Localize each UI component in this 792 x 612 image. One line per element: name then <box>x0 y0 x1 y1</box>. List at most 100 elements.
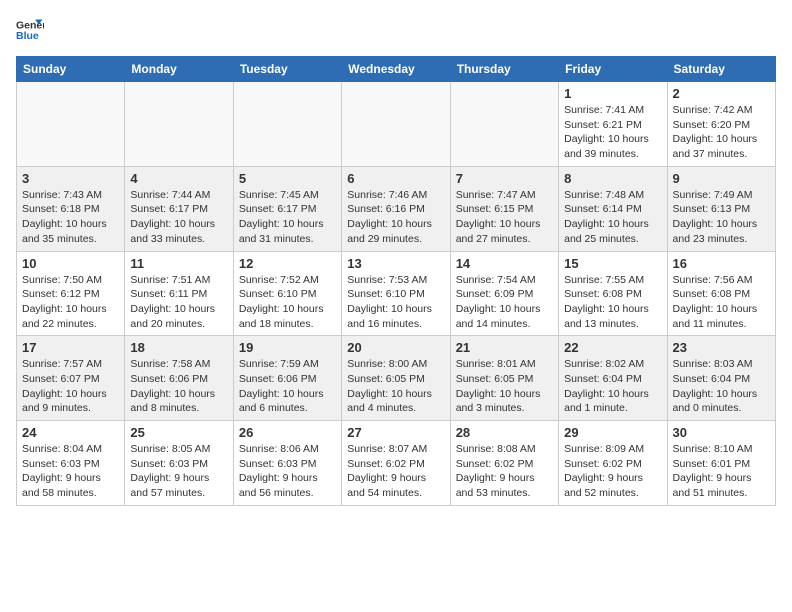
calendar-cell: 19 Sunrise: 7:59 AM Sunset: 6:06 PM Dayli… <box>233 336 341 421</box>
day-number: 24 <box>22 425 119 440</box>
day-info: Sunrise: 7:44 AM Sunset: 6:17 PM Dayligh… <box>130 188 227 247</box>
calendar-cell: 1 Sunrise: 7:41 AM Sunset: 6:21 PM Daylig… <box>559 82 667 167</box>
day-number: 9 <box>673 171 770 186</box>
day-info: Sunrise: 7:45 AM Sunset: 6:17 PM Dayligh… <box>239 188 336 247</box>
day-info: Sunrise: 7:58 AM Sunset: 6:06 PM Dayligh… <box>130 357 227 416</box>
calendar-cell: 16 Sunrise: 7:56 AM Sunset: 6:08 PM Dayli… <box>667 251 775 336</box>
day-info: Sunrise: 8:01 AM Sunset: 6:05 PM Dayligh… <box>456 357 553 416</box>
day-info: Sunrise: 7:54 AM Sunset: 6:09 PM Dayligh… <box>456 273 553 332</box>
svg-text:Blue: Blue <box>16 30 39 42</box>
day-info: Sunrise: 8:02 AM Sunset: 6:04 PM Dayligh… <box>564 357 661 416</box>
calendar-cell <box>450 82 558 167</box>
day-info: Sunrise: 7:42 AM Sunset: 6:20 PM Dayligh… <box>673 103 770 162</box>
day-number: 12 <box>239 256 336 271</box>
day-number: 13 <box>347 256 444 271</box>
page-header: General Blue <box>16 16 776 44</box>
calendar-week-row: 1 Sunrise: 7:41 AM Sunset: 6:21 PM Daylig… <box>17 82 776 167</box>
day-info: Sunrise: 8:04 AM Sunset: 6:03 PM Dayligh… <box>22 442 119 501</box>
day-info: Sunrise: 8:03 AM Sunset: 6:04 PM Dayligh… <box>673 357 770 416</box>
day-number: 1 <box>564 86 661 101</box>
calendar-cell: 8 Sunrise: 7:48 AM Sunset: 6:14 PM Daylig… <box>559 166 667 251</box>
calendar-cell: 23Sunrise: 8:03 AM Sunset: 6:04 PM Dayli… <box>667 336 775 421</box>
calendar-cell <box>125 82 233 167</box>
calendar-cell: 26 Sunrise: 8:06 AM Sunset: 6:03 PM Dayli… <box>233 421 341 506</box>
weekday-header-tuesday: Tuesday <box>233 57 341 82</box>
calendar-cell: 20Sunrise: 8:00 AM Sunset: 6:05 PM Dayli… <box>342 336 450 421</box>
calendar-cell: 15 Sunrise: 7:55 AM Sunset: 6:08 PM Dayli… <box>559 251 667 336</box>
day-number: 2 <box>673 86 770 101</box>
calendar-cell <box>17 82 125 167</box>
day-number: 25 <box>130 425 227 440</box>
day-number: 18 <box>130 340 227 355</box>
day-info: Sunrise: 8:10 AM Sunset: 6:01 PM Dayligh… <box>673 442 770 501</box>
calendar-week-row: 17 Sunrise: 7:57 AM Sunset: 6:07 PM Dayli… <box>17 336 776 421</box>
day-number: 6 <box>347 171 444 186</box>
day-number: 17 <box>22 340 119 355</box>
calendar-cell: 3 Sunrise: 7:43 AM Sunset: 6:18 PM Daylig… <box>17 166 125 251</box>
weekday-header-wednesday: Wednesday <box>342 57 450 82</box>
calendar-cell: 6Sunrise: 7:46 AM Sunset: 6:16 PM Daylig… <box>342 166 450 251</box>
calendar-cell: 14 Sunrise: 7:54 AM Sunset: 6:09 PM Dayli… <box>450 251 558 336</box>
calendar-cell: 17 Sunrise: 7:57 AM Sunset: 6:07 PM Dayli… <box>17 336 125 421</box>
weekday-header-friday: Friday <box>559 57 667 82</box>
calendar-cell: 7 Sunrise: 7:47 AM Sunset: 6:15 PM Daylig… <box>450 166 558 251</box>
day-number: 28 <box>456 425 553 440</box>
calendar-cell: 5Sunrise: 7:45 AM Sunset: 6:17 PM Daylig… <box>233 166 341 251</box>
calendar-cell: 10 Sunrise: 7:50 AM Sunset: 6:12 PM Dayli… <box>17 251 125 336</box>
calendar-cell: 21 Sunrise: 8:01 AM Sunset: 6:05 PM Dayli… <box>450 336 558 421</box>
day-number: 8 <box>564 171 661 186</box>
day-number: 10 <box>22 256 119 271</box>
calendar-cell: 24 Sunrise: 8:04 AM Sunset: 6:03 PM Dayli… <box>17 421 125 506</box>
weekday-header-saturday: Saturday <box>667 57 775 82</box>
day-number: 16 <box>673 256 770 271</box>
calendar-cell: 25 Sunrise: 8:05 AM Sunset: 6:03 PM Dayli… <box>125 421 233 506</box>
day-number: 30 <box>673 425 770 440</box>
logo: General Blue <box>16 16 48 44</box>
day-info: Sunrise: 8:00 AM Sunset: 6:05 PM Dayligh… <box>347 357 444 416</box>
day-info: Sunrise: 7:52 AM Sunset: 6:10 PM Dayligh… <box>239 273 336 332</box>
calendar-week-row: 3 Sunrise: 7:43 AM Sunset: 6:18 PM Daylig… <box>17 166 776 251</box>
calendar-table: SundayMondayTuesdayWednesdayThursdayFrid… <box>16 56 776 506</box>
day-number: 4 <box>130 171 227 186</box>
day-number: 3 <box>22 171 119 186</box>
day-info: Sunrise: 7:57 AM Sunset: 6:07 PM Dayligh… <box>22 357 119 416</box>
day-info: Sunrise: 8:05 AM Sunset: 6:03 PM Dayligh… <box>130 442 227 501</box>
day-info: Sunrise: 7:47 AM Sunset: 6:15 PM Dayligh… <box>456 188 553 247</box>
calendar-cell: 22 Sunrise: 8:02 AM Sunset: 6:04 PM Dayli… <box>559 336 667 421</box>
day-number: 7 <box>456 171 553 186</box>
day-number: 19 <box>239 340 336 355</box>
calendar-cell: 12 Sunrise: 7:52 AM Sunset: 6:10 PM Dayli… <box>233 251 341 336</box>
day-info: Sunrise: 7:53 AM Sunset: 6:10 PM Dayligh… <box>347 273 444 332</box>
weekday-header-monday: Monday <box>125 57 233 82</box>
day-info: Sunrise: 7:51 AM Sunset: 6:11 PM Dayligh… <box>130 273 227 332</box>
day-info: Sunrise: 7:48 AM Sunset: 6:14 PM Dayligh… <box>564 188 661 247</box>
day-number: 15 <box>564 256 661 271</box>
day-number: 22 <box>564 340 661 355</box>
day-info: Sunrise: 8:06 AM Sunset: 6:03 PM Dayligh… <box>239 442 336 501</box>
day-info: Sunrise: 7:49 AM Sunset: 6:13 PM Dayligh… <box>673 188 770 247</box>
day-info: Sunrise: 7:43 AM Sunset: 6:18 PM Dayligh… <box>22 188 119 247</box>
calendar-cell: 2 Sunrise: 7:42 AM Sunset: 6:20 PM Daylig… <box>667 82 775 167</box>
calendar-cell: 28Sunrise: 8:08 AM Sunset: 6:02 PM Dayli… <box>450 421 558 506</box>
day-number: 14 <box>456 256 553 271</box>
day-info: Sunrise: 8:09 AM Sunset: 6:02 PM Dayligh… <box>564 442 661 501</box>
calendar-cell: 18 Sunrise: 7:58 AM Sunset: 6:06 PM Dayli… <box>125 336 233 421</box>
day-info: Sunrise: 7:56 AM Sunset: 6:08 PM Dayligh… <box>673 273 770 332</box>
calendar-cell <box>233 82 341 167</box>
day-number: 11 <box>130 256 227 271</box>
calendar-cell: 11 Sunrise: 7:51 AM Sunset: 6:11 PM Dayli… <box>125 251 233 336</box>
day-number: 29 <box>564 425 661 440</box>
weekday-header-sunday: Sunday <box>17 57 125 82</box>
calendar-cell: 4 Sunrise: 7:44 AM Sunset: 6:17 PM Daylig… <box>125 166 233 251</box>
day-info: Sunrise: 7:41 AM Sunset: 6:21 PM Dayligh… <box>564 103 661 162</box>
day-number: 21 <box>456 340 553 355</box>
weekday-header-row: SundayMondayTuesdayWednesdayThursdayFrid… <box>17 57 776 82</box>
calendar-week-row: 10 Sunrise: 7:50 AM Sunset: 6:12 PM Dayli… <box>17 251 776 336</box>
day-info: Sunrise: 7:50 AM Sunset: 6:12 PM Dayligh… <box>22 273 119 332</box>
calendar-cell: 27Sunrise: 8:07 AM Sunset: 6:02 PM Dayli… <box>342 421 450 506</box>
weekday-header-thursday: Thursday <box>450 57 558 82</box>
day-info: Sunrise: 7:59 AM Sunset: 6:06 PM Dayligh… <box>239 357 336 416</box>
calendar-cell <box>342 82 450 167</box>
day-info: Sunrise: 7:55 AM Sunset: 6:08 PM Dayligh… <box>564 273 661 332</box>
day-number: 26 <box>239 425 336 440</box>
